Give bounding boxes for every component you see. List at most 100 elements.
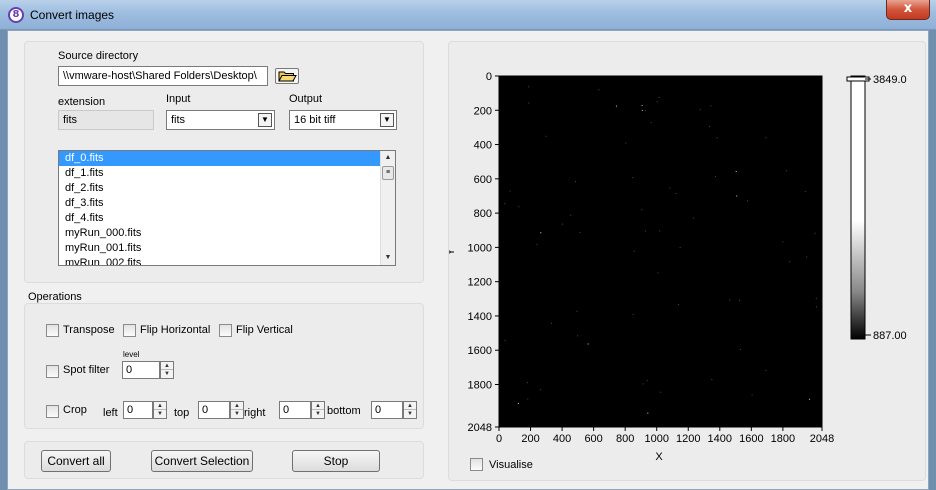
y-tick-label: 400: [474, 140, 492, 152]
scroll-up-icon[interactable]: ▲: [381, 151, 395, 165]
convert-all-button[interactable]: Convert all: [41, 450, 111, 472]
level-label: level: [123, 350, 140, 359]
level-input[interactable]: 0: [122, 361, 160, 379]
file-list[interactable]: df_0.fits df_1.fits df_2.fits df_3.fits df_4…: [58, 150, 396, 266]
stepper-up-icon[interactable]: ▲: [231, 402, 243, 410]
crop-top-input[interactable]: 0: [198, 401, 230, 419]
chevron-down-icon[interactable]: ▼: [258, 113, 272, 127]
stepper-up-icon[interactable]: ▲: [312, 402, 324, 410]
output-select[interactable]: 16 bit tiff ▼: [289, 110, 397, 130]
input-select[interactable]: fits ▼: [166, 110, 275, 130]
image-speck: [714, 175, 716, 177]
image-graph[interactable]: Y X 0 200 400 600 800 1000 1200 1400 1600 1800 204…: [449, 42, 925, 480]
y-axis-label: Y: [449, 248, 457, 256]
stepper-up-icon[interactable]: ▲: [161, 362, 173, 370]
image-speck: [815, 306, 817, 308]
image-speck: [587, 343, 589, 345]
file-list-items: df_0.fits df_1.fits df_2.fits df_3.fits df_4…: [59, 151, 395, 265]
convert-selection-button[interactable]: Convert Selection: [151, 450, 253, 472]
flip-vertical-checkbox[interactable]: [219, 324, 232, 337]
file-list-item[interactable]: df_4.fits: [59, 211, 395, 226]
image-canvas[interactable]: [498, 75, 823, 428]
image-speck: [632, 177, 634, 179]
image-speck: [693, 217, 695, 219]
image-speck: [632, 313, 634, 315]
flip-horizontal-label: Flip Horizontal: [140, 324, 211, 336]
image-speck: [815, 298, 817, 300]
image-speck: [579, 231, 581, 233]
operations-label: Operations: [28, 291, 82, 303]
visualise-checkbox[interactable]: [470, 458, 483, 471]
source-directory-field[interactable]: \\vmware-host\Shared Folders\Desktop\: [58, 66, 268, 86]
crop-right-stepper[interactable]: ▲ ▼: [311, 401, 325, 419]
file-list-item[interactable]: df_1.fits: [59, 166, 395, 181]
stepper-down-icon[interactable]: ▼: [231, 410, 243, 418]
x-axis-ticks: 0 200 400 600 800 1000 1200 1400 1600 1800 2048: [496, 427, 834, 445]
browse-folder-button[interactable]: [275, 68, 299, 84]
file-list-item[interactable]: myRun_001.fits: [59, 241, 395, 256]
app-icon: 8: [8, 7, 24, 23]
x-tick-label: 1000: [644, 433, 668, 445]
y-tick-label: 1800: [468, 379, 492, 391]
file-list-scrollbar[interactable]: ▲ ≡ ▼: [380, 151, 395, 265]
y-tick-label: 1200: [468, 277, 492, 289]
stepper-up-icon[interactable]: ▲: [154, 402, 166, 410]
crop-checkbox[interactable]: [46, 405, 59, 418]
y-tick-label: 1000: [468, 242, 492, 254]
y-tick-label: 600: [474, 174, 492, 186]
close-button[interactable]: x: [886, 0, 930, 20]
y-tick-label: 0: [486, 71, 492, 83]
flip-horizontal-checkbox[interactable]: [123, 324, 136, 337]
y-axis-ticks: 0 200 400 600 800 1000 1200 1400 1600 1800 2048: [468, 71, 499, 434]
color-ramp-bar[interactable]: [850, 75, 866, 340]
output-select-value: 16 bit tiff: [294, 114, 336, 126]
file-list-item[interactable]: df_3.fits: [59, 196, 395, 211]
image-speck: [536, 243, 538, 245]
image-speck: [504, 203, 506, 205]
crop-bottom-stepper[interactable]: ▲ ▼: [403, 401, 417, 419]
image-speck: [647, 412, 649, 414]
image-speck: [656, 101, 658, 103]
file-list-item[interactable]: myRun_002.fits: [59, 256, 395, 265]
colorbar-max-label: 3849.0: [873, 74, 907, 86]
source-panel: Source directory \\vmware-host\Shared Fo…: [24, 41, 424, 283]
input-select-value: fits: [171, 114, 186, 126]
image-speck: [576, 310, 578, 312]
chevron-down-icon[interactable]: ▼: [380, 113, 394, 127]
level-stepper[interactable]: ▲ ▼: [160, 361, 174, 379]
crop-top-stepper[interactable]: ▲ ▼: [230, 401, 244, 419]
folder-icon: [278, 71, 297, 82]
spot-filter-checkbox[interactable]: [46, 365, 59, 378]
crop-left-input[interactable]: 0: [123, 401, 153, 419]
scroll-down-icon[interactable]: ▼: [381, 251, 395, 265]
file-list-item[interactable]: df_0.fits: [59, 151, 395, 166]
image-speck: [660, 391, 662, 393]
scroll-thumb[interactable]: ≡: [382, 166, 394, 180]
extension-label: extension: [58, 96, 106, 108]
crop-right-label: right: [244, 407, 266, 419]
image-speck: [509, 190, 511, 192]
stepper-down-icon[interactable]: ▼: [312, 410, 324, 418]
file-list-item[interactable]: myRun_000.fits: [59, 226, 395, 241]
crop-left-stepper[interactable]: ▲ ▼: [153, 401, 167, 419]
stepper-down-icon[interactable]: ▼: [161, 370, 173, 378]
image-speck: [540, 389, 542, 391]
crop-bottom-input[interactable]: 0: [371, 401, 403, 419]
image-speck: [642, 383, 644, 385]
stop-button[interactable]: Stop: [292, 450, 380, 472]
image-speck: [735, 171, 737, 173]
image-speck: [738, 299, 740, 301]
transpose-checkbox[interactable]: [46, 324, 59, 337]
image-speck: [641, 105, 643, 107]
x-tick-label: 1600: [739, 433, 763, 445]
image-speck: [527, 398, 529, 400]
stepper-down-icon[interactable]: ▼: [404, 410, 416, 418]
extension-field: fits: [58, 110, 154, 130]
image-speck: [679, 247, 681, 249]
image-speck: [710, 105, 712, 107]
file-list-item[interactable]: df_2.fits: [59, 181, 395, 196]
crop-right-input[interactable]: 0: [279, 401, 311, 419]
image-speck: [804, 191, 806, 193]
stepper-down-icon[interactable]: ▼: [154, 410, 166, 418]
stepper-up-icon[interactable]: ▲: [404, 402, 416, 410]
